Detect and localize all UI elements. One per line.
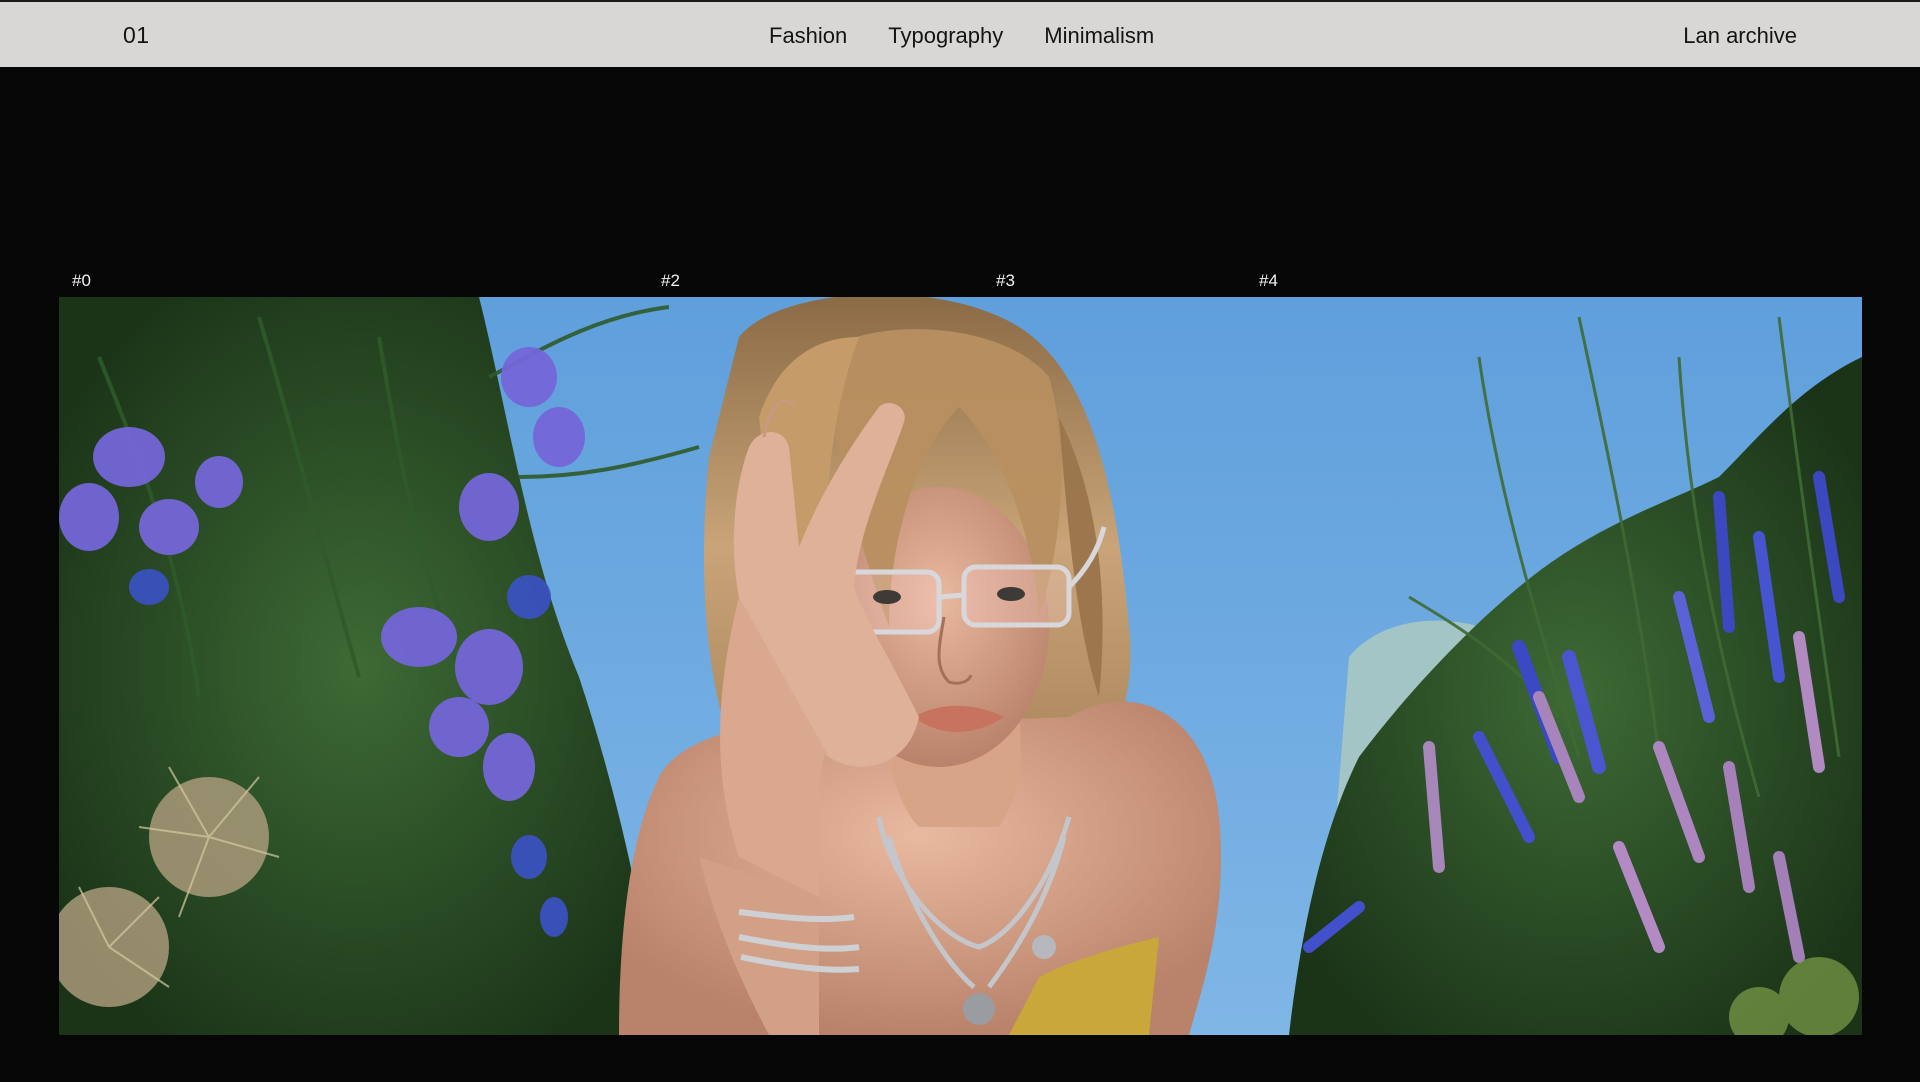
top-navigation-bar: 01 Fashion Typography Minimalism Lan arc… bbox=[0, 0, 1920, 67]
hero-photo bbox=[59, 297, 1862, 1035]
hero-photo-illustration bbox=[59, 297, 1862, 1035]
category-nav: Fashion Typography Minimalism bbox=[769, 23, 1154, 49]
page-index: 01 bbox=[123, 22, 150, 48]
image-marker-0[interactable]: #0 bbox=[72, 271, 91, 291]
nav-minimalism[interactable]: Minimalism bbox=[1044, 23, 1154, 49]
nav-fashion[interactable]: Fashion bbox=[769, 23, 847, 49]
image-marker-4[interactable]: #4 bbox=[1259, 271, 1278, 291]
archive-link[interactable]: Lan archive bbox=[1683, 23, 1797, 49]
image-marker-2[interactable]: #2 bbox=[661, 271, 680, 291]
nav-typography[interactable]: Typography bbox=[888, 23, 1003, 49]
image-marker-3[interactable]: #3 bbox=[996, 271, 1015, 291]
